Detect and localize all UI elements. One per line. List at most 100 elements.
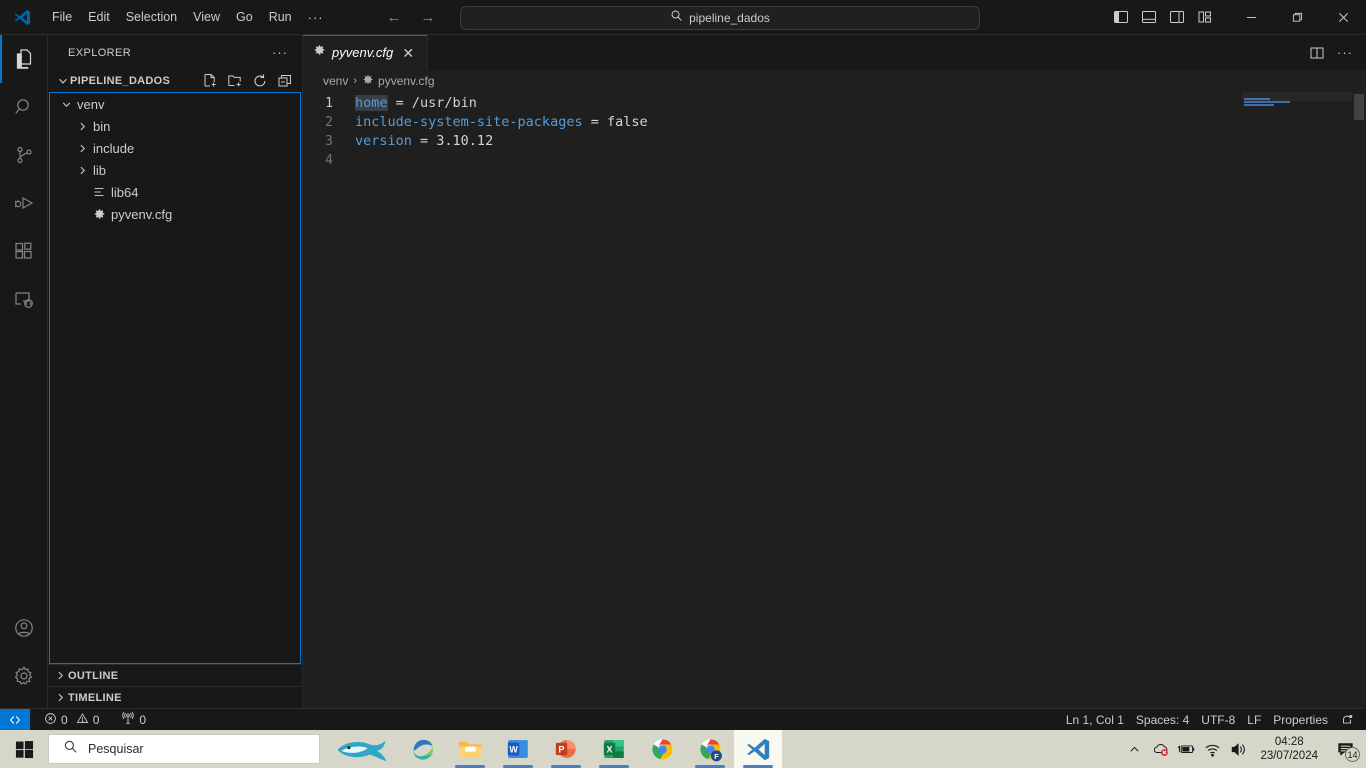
title-bar-right: [1108, 0, 1366, 35]
sidebar-item-explorer[interactable]: [0, 35, 48, 83]
go-back-icon[interactable]: ←: [386, 10, 402, 25]
activity-bar: [0, 35, 48, 708]
accounts-icon[interactable]: [0, 604, 48, 652]
vscode-logo-icon: [0, 0, 44, 35]
collapse-all-icon[interactable]: [274, 70, 296, 92]
status-indentation[interactable]: Spaces: 4: [1130, 709, 1195, 731]
status-bar: 0 0 0 Ln 1, Col 1 Spaces: 4 UTF-8 LF Pro…: [0, 708, 1366, 731]
refresh-icon[interactable]: [249, 70, 271, 92]
minimize-button[interactable]: [1228, 0, 1274, 35]
code-editor[interactable]: 1 2 3 4 home = /usr/bin include-system-s…: [303, 92, 1366, 708]
svg-text:F: F: [714, 752, 719, 761]
tree-item-label: venv: [77, 96, 105, 112]
line-number: 1: [325, 96, 333, 111]
menu-go[interactable]: Go: [228, 6, 261, 28]
sidebar-item-search[interactable]: [0, 83, 48, 131]
outline-section-header[interactable]: OUTLINE: [48, 664, 302, 686]
menu-edit[interactable]: Edit: [80, 6, 118, 28]
notifications-bell-icon[interactable]: [1334, 709, 1360, 731]
taskbar-app-google-chrome-profile-f[interactable]: F: [686, 730, 734, 768]
menu-overflow-button[interactable]: ···: [300, 10, 332, 25]
status-ports[interactable]: 0: [115, 709, 152, 731]
close-button[interactable]: [1320, 0, 1366, 35]
manage-gear-icon[interactable]: [0, 652, 48, 700]
chevron-right-icon: [74, 142, 90, 155]
sidebar-item-run-and-debug[interactable]: [0, 179, 48, 227]
new-folder-icon[interactable]: [224, 70, 246, 92]
sidebar-more-actions-icon[interactable]: ···: [266, 45, 294, 60]
tree-item-bin[interactable]: bin: [50, 115, 300, 137]
tree-item-venv[interactable]: venv: [50, 93, 300, 115]
code-line-1: home = /usr/bin: [355, 94, 1366, 113]
tree-item-lib[interactable]: lib: [50, 159, 300, 181]
workspace-folder-row[interactable]: PIPELINE_DADOS: [48, 70, 302, 92]
menu-view[interactable]: View: [185, 6, 228, 28]
breadcrumb-item-pyvenv-cfg[interactable]: pyvenv.cfg: [362, 74, 435, 89]
navigation-arrows: ← →: [386, 10, 436, 25]
command-center[interactable]: pipeline_dados: [460, 5, 980, 30]
onedrive-error-icon[interactable]: [1148, 730, 1172, 768]
toggle-primary-sidebar-icon[interactable]: [1108, 4, 1134, 30]
taskbar-app-cortana-fish-widget[interactable]: [326, 730, 398, 768]
taskbar-app-microsoft-word[interactable]: W: [494, 730, 542, 768]
gear-file-icon: [362, 74, 374, 89]
breadcrumb-label: pyvenv.cfg: [378, 74, 435, 88]
code-token-value: 3.10.12: [436, 133, 494, 149]
menu-file[interactable]: File: [44, 6, 80, 28]
status-end-of-line[interactable]: LF: [1241, 709, 1267, 731]
split-editor-icon[interactable]: [1304, 40, 1330, 66]
file-tree[interactable]: venv bin include lib lib64 pyvenv.cfg: [49, 92, 301, 664]
scrollbar-thumb[interactable]: [1354, 94, 1364, 120]
code-token-value: false: [606, 114, 648, 130]
menu-run[interactable]: Run: [261, 6, 300, 28]
timeline-label: TIMELINE: [68, 691, 122, 704]
toggle-secondary-sidebar-icon[interactable]: [1164, 4, 1190, 30]
taskbar-app-microsoft-powerpoint[interactable]: P: [542, 730, 590, 768]
notifications-icon[interactable]: 14: [1328, 730, 1362, 768]
maximize-button[interactable]: [1274, 0, 1320, 35]
battery-icon[interactable]: [1174, 730, 1198, 768]
chevron-right-icon: [52, 669, 68, 682]
timeline-section-header[interactable]: TIMELINE: [48, 686, 302, 708]
new-file-icon[interactable]: [199, 70, 221, 92]
editor-vertical-scrollbar[interactable]: [1352, 92, 1366, 708]
sidebar-item-source-control[interactable]: [0, 131, 48, 179]
code-token-operator: =: [387, 95, 412, 111]
wifi-icon[interactable]: [1200, 730, 1224, 768]
customize-layout-icon[interactable]: [1192, 4, 1218, 30]
status-encoding[interactable]: UTF-8: [1195, 709, 1241, 731]
windows-start-icon[interactable]: [0, 730, 48, 768]
status-language-mode[interactable]: Properties: [1267, 709, 1334, 731]
clock-date: 23/07/2024: [1260, 750, 1318, 762]
toggle-panel-icon[interactable]: [1136, 4, 1162, 30]
status-cursor-position[interactable]: Ln 1, Col 1: [1060, 709, 1130, 731]
volume-icon[interactable]: [1226, 730, 1250, 768]
menu-bar: File Edit Selection View Go Run ···: [44, 0, 332, 35]
tab-label: pyvenv.cfg: [332, 45, 394, 60]
taskbar-app-microsoft-edge[interactable]: [398, 730, 446, 768]
tab-pyvenv-cfg[interactable]: pyvenv.cfg ✕: [303, 35, 429, 70]
breadcrumb-item-venv[interactable]: venv: [323, 74, 348, 88]
close-icon[interactable]: ✕: [399, 46, 417, 60]
taskbar-clock[interactable]: 04:28 23/07/2024: [1252, 730, 1326, 768]
tray-overflow-chevron-icon[interactable]: [1122, 730, 1146, 768]
taskbar-app-microsoft-excel[interactable]: X: [590, 730, 638, 768]
taskbar-app-visual-studio-code[interactable]: [734, 730, 782, 768]
explorer-actions: [199, 70, 296, 92]
tree-item-lib64[interactable]: lib64: [50, 181, 300, 203]
taskbar-search-box[interactable]: Pesquisar: [48, 734, 320, 764]
menu-selection[interactable]: Selection: [118, 6, 185, 28]
sidebar-item-remote-explorer[interactable]: [0, 275, 48, 323]
tree-item-pyvenv-cfg[interactable]: pyvenv.cfg: [50, 203, 300, 225]
go-forward-icon[interactable]: →: [420, 10, 436, 25]
code-content[interactable]: home = /usr/bin include-system-site-pack…: [355, 92, 1366, 708]
taskbar-app-google-chrome[interactable]: [638, 730, 686, 768]
tree-item-include[interactable]: include: [50, 137, 300, 159]
remote-indicator[interactable]: [0, 708, 30, 731]
more-actions-icon[interactable]: ···: [1332, 40, 1358, 66]
sidebar-item-extensions[interactable]: [0, 227, 48, 275]
status-problems[interactable]: 0 0: [38, 709, 105, 731]
search-icon: [670, 9, 683, 27]
windows-taskbar: Pesquisar W P X F 04:28 23/07/2024 14: [0, 730, 1366, 768]
taskbar-app-file-explorer[interactable]: [446, 730, 494, 768]
